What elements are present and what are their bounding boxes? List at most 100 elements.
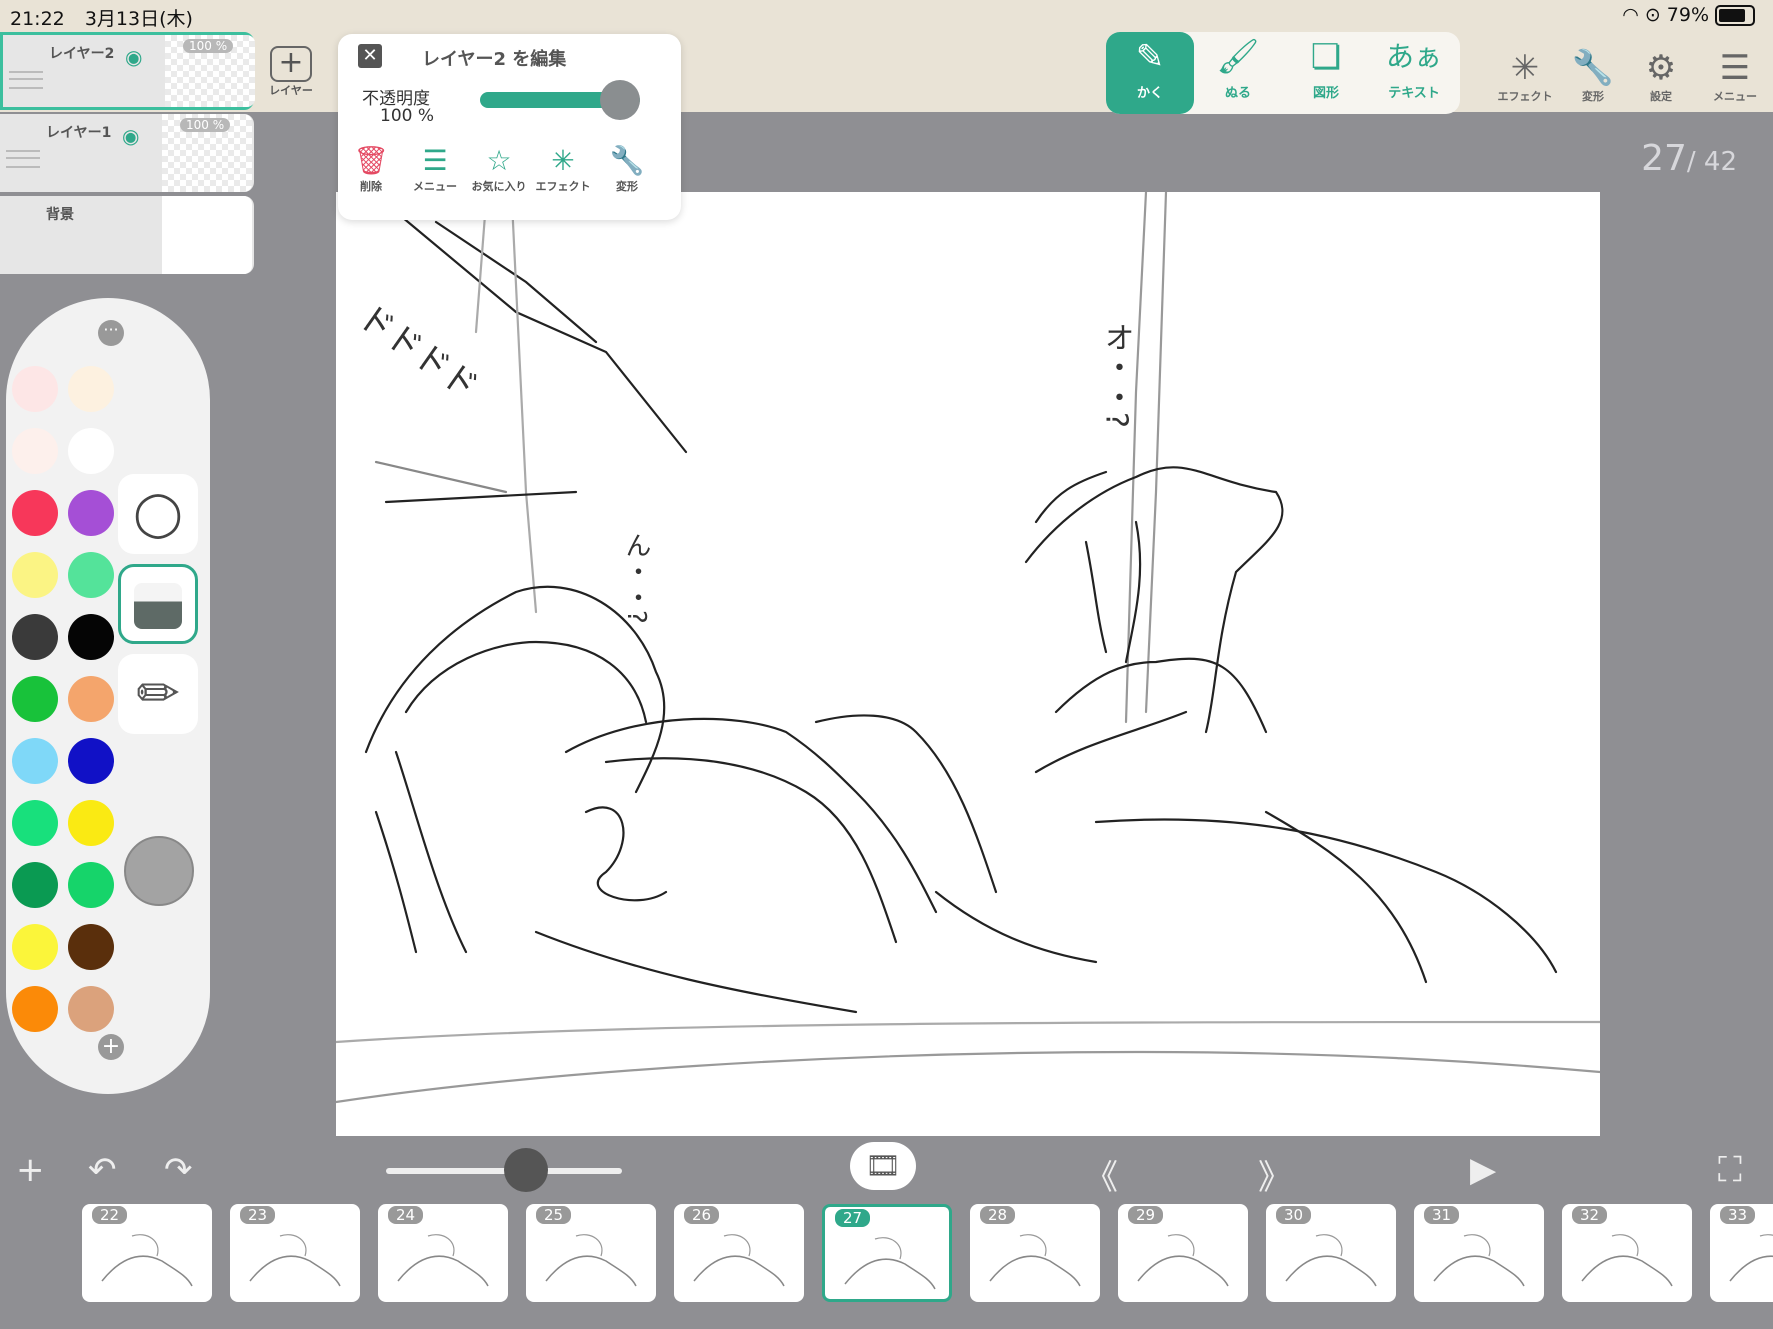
settings-button[interactable]: ⚙ 設定 [1626, 48, 1696, 104]
color-swatch[interactable] [12, 862, 58, 908]
tab-fill[interactable]: 🖌 ぬる [1194, 32, 1282, 114]
battery-icon [1715, 4, 1755, 26]
layer-name: 背景 [46, 207, 74, 223]
frame-thumbnail[interactable]: 32 [1562, 1204, 1692, 1302]
frame-thumbnail[interactable]: 22 [82, 1204, 212, 1302]
frame-thumbnail[interactable]: 28 [970, 1204, 1100, 1302]
color-swatch[interactable] [68, 986, 114, 1032]
battery-percent: 79% [1666, 4, 1709, 26]
color-swatch[interactable] [68, 738, 114, 784]
color-swatch[interactable] [12, 428, 58, 474]
color-swatch[interactable] [68, 614, 114, 660]
status-time: 21:22 3月13日(木) [10, 4, 193, 31]
pencil-tool-button[interactable]: ✏ [118, 654, 198, 734]
frame-number: 33 [1720, 1206, 1756, 1224]
color-swatch[interactable] [12, 490, 58, 536]
color-swatch[interactable] [12, 552, 58, 598]
hamburger-icon: ☰ [1719, 48, 1751, 88]
sparkle-icon: ✳ [1510, 48, 1540, 88]
color-swatch[interactable] [68, 800, 114, 846]
frame-thumbnail[interactable]: 23 [230, 1204, 360, 1302]
color-swatch[interactable] [12, 614, 58, 660]
main-menu-button[interactable]: ☰ メニュー [1700, 48, 1770, 104]
drawing-canvas[interactable]: ドドドド オ・・? ん・・? [334, 190, 1602, 1136]
undo-icon[interactable]: ↶ [88, 1150, 117, 1190]
frame-thumbnail[interactable]: 27 [822, 1204, 952, 1302]
drag-handle-icon[interactable] [9, 71, 43, 89]
sketch-drawing: ドドドド オ・・? ん・・? [334, 190, 1602, 1104]
layer-item-2[interactable]: レイヤー2 ◉ 100 % [0, 32, 255, 110]
favorite-button[interactable]: ☆ お気に入り [466, 144, 532, 194]
onion-prev-icon[interactable]: 《 [1084, 1150, 1118, 1199]
frame-sketch [397, 1234, 489, 1287]
add-layer-button[interactable]: + レイヤー [266, 46, 316, 108]
transform-menu-button[interactable]: 🔧 変形 [1558, 48, 1628, 104]
close-icon[interactable]: ✕ [358, 44, 382, 68]
shape-icon: ❏ [1310, 37, 1342, 77]
eye-icon[interactable]: ◉ [125, 45, 142, 69]
eye-icon[interactable]: ◉ [122, 124, 139, 148]
frame-thumbnail[interactable]: 30 [1266, 1204, 1396, 1302]
layer-opacity-badge: 100 % [180, 118, 231, 132]
transform-button[interactable]: 🔧 変形 [594, 144, 660, 194]
add-color-icon[interactable]: + [98, 1034, 124, 1060]
tab-shape[interactable]: ❏ 図形 [1282, 32, 1370, 114]
color-swatch[interactable] [12, 986, 58, 1032]
play-icon[interactable]: ▶ [1470, 1150, 1496, 1190]
tab-draw[interactable]: ✎ かく [1106, 32, 1194, 114]
color-swatch[interactable] [68, 924, 114, 970]
frame-thumbnail[interactable]: 25 [526, 1204, 656, 1302]
eraser-tool-button[interactable] [118, 564, 198, 644]
color-swatch[interactable] [12, 738, 58, 784]
frame-thumbnail[interactable]: 26 [674, 1204, 804, 1302]
tab-label: 図形 [1312, 86, 1339, 101]
color-swatch[interactable] [68, 862, 114, 908]
frame-thumbnail[interactable]: 29 [1118, 1204, 1248, 1302]
effect-button[interactable]: ✳ エフェクト [530, 144, 596, 194]
frame-sketch [101, 1234, 193, 1287]
zoom-slider-knob[interactable] [504, 1148, 548, 1192]
onion-next-icon[interactable]: 》 [1258, 1150, 1292, 1199]
frame-thumbnail[interactable]: 24 [378, 1204, 508, 1302]
frame-sketch [693, 1234, 785, 1287]
frame-sketch [844, 1237, 936, 1290]
tab-label: テキスト [1388, 86, 1440, 101]
color-swatch[interactable] [68, 428, 114, 474]
film-icon[interactable]: 🎞 [850, 1142, 916, 1190]
lasso-tool-button[interactable]: ◯ [118, 474, 198, 554]
color-swatch[interactable] [12, 924, 58, 970]
color-swatch[interactable] [68, 552, 114, 598]
delete-layer-button[interactable]: 🗑 削除 [338, 144, 404, 194]
button-label: 変形 [1582, 90, 1604, 103]
frame-thumbnail[interactable]: 31 [1414, 1204, 1544, 1302]
button-label: 設定 [1650, 90, 1672, 103]
wrench-icon: 🔧 [609, 144, 645, 177]
frame-sketch [1285, 1234, 1377, 1287]
layer-item-1[interactable]: レイヤー1 ◉ 100 % [0, 114, 254, 192]
action-label: 削除 [360, 180, 382, 193]
tab-label: かく [1136, 86, 1163, 101]
wrench-icon: 🔧 [1571, 48, 1615, 88]
frame-thumbnail[interactable]: 33 [1710, 1204, 1773, 1302]
more-options-icon[interactable]: ··· [98, 320, 124, 346]
color-swatch[interactable] [68, 490, 114, 536]
layer-menu-button[interactable]: ☰ メニュー [402, 144, 468, 194]
add-frame-icon[interactable]: + [16, 1150, 45, 1190]
opacity-slider-knob[interactable] [600, 80, 640, 120]
layer-name: レイヤー2 [49, 46, 115, 62]
frame-sketch [249, 1234, 341, 1287]
fullscreen-icon[interactable]: ⛶ [1718, 1150, 1742, 1190]
color-swatch[interactable] [68, 366, 114, 412]
color-swatch[interactable] [68, 676, 114, 722]
drag-handle-icon[interactable] [6, 150, 40, 168]
tab-text[interactable]: あぁ テキスト [1370, 32, 1458, 114]
color-swatch[interactable] [12, 366, 58, 412]
color-swatch[interactable] [12, 800, 58, 846]
current-color-swatch[interactable] [124, 836, 194, 906]
color-swatch[interactable] [12, 676, 58, 722]
frame-sketch [545, 1234, 637, 1287]
layer-item-background[interactable]: 背景 [0, 196, 254, 274]
effect-menu-button[interactable]: ✳ エフェクト [1490, 48, 1560, 104]
frame-number: 26 [684, 1206, 720, 1224]
redo-icon[interactable]: ↷ [164, 1150, 193, 1190]
